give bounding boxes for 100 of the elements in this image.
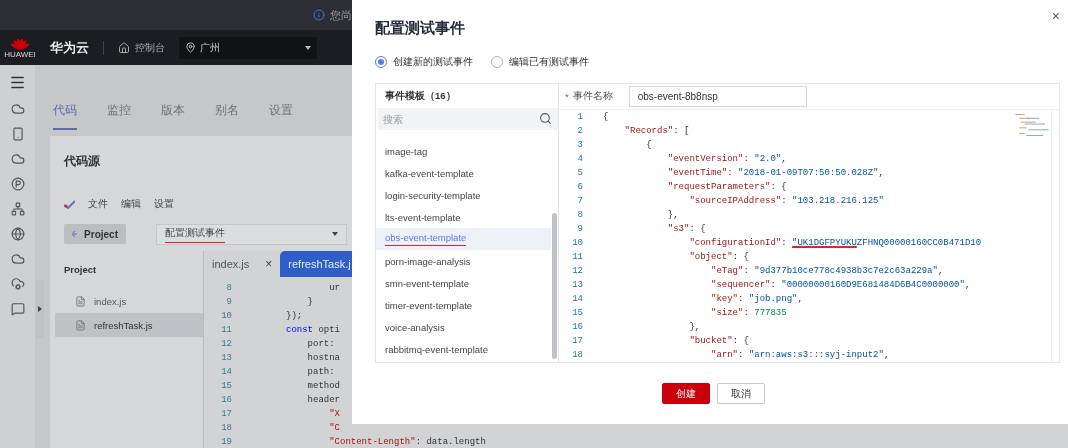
template-item[interactable]: voice-analysis xyxy=(376,316,551,338)
code-token: opti xyxy=(317,325,341,335)
service-icon[interactable] xyxy=(10,302,25,316)
event-select[interactable]: 配置测试事件 xyxy=(156,223,347,245)
code-token: 777835 xyxy=(754,308,787,318)
line-number: 15 xyxy=(571,307,583,320)
code-token: "configurationId" xyxy=(688,238,782,248)
line-number: 6 xyxy=(576,181,583,194)
service-icon[interactable] xyxy=(10,277,25,291)
code-token: }); xyxy=(286,311,303,321)
line-number: 12 xyxy=(220,338,233,351)
code-token: , xyxy=(797,294,803,304)
line-number: 10 xyxy=(571,237,583,250)
template-item[interactable]: image-tag xyxy=(376,140,551,162)
line-number: 13 xyxy=(220,352,233,365)
template-item[interactable]: obs-event-template xyxy=(376,228,551,250)
radio-option[interactable]: 编辑已有测试事件 xyxy=(491,55,589,69)
code-token: "2018-01-09T07:50:50.028Z" xyxy=(738,168,879,178)
code-token: method xyxy=(306,381,340,391)
code-editor[interactable] xyxy=(559,109,1059,362)
service-icon[interactable] xyxy=(10,177,25,191)
line-number: 19 xyxy=(220,436,233,448)
line-number: 11 xyxy=(220,324,233,337)
region-select[interactable]: 广州 xyxy=(179,36,317,59)
code-token: : xyxy=(781,238,788,248)
code-token: : xyxy=(738,294,745,304)
console-link[interactable]: 控制台 xyxy=(118,40,165,55)
close-button[interactable]: × xyxy=(1051,8,1060,24)
line-number: 9 xyxy=(576,223,583,236)
code-token: "key" xyxy=(710,294,739,304)
radio-option[interactable]: 创建新的测试事件 xyxy=(375,55,473,69)
card-title: 代码源 xyxy=(64,153,100,170)
menu-item[interactable]: 设置 xyxy=(154,197,174,211)
line-number: 7 xyxy=(576,195,583,208)
file-item[interactable]: refreshTask.js xyxy=(55,313,203,337)
code-token: , xyxy=(781,154,787,164)
line-number: 4 xyxy=(576,153,583,166)
service-icon[interactable] xyxy=(10,227,25,241)
template-item[interactable]: smn-event-template xyxy=(376,272,551,294)
required-mark: * xyxy=(565,91,569,102)
line-number: 12 xyxy=(571,265,583,278)
code-token: "Records" xyxy=(623,126,674,136)
code-token: "arn:aws:s3:::syj-input2" xyxy=(748,350,884,360)
cancel-button[interactable]: 取消 xyxy=(717,383,765,404)
scrollbar-thumb[interactable] xyxy=(552,213,557,359)
menu-item[interactable]: 文件 xyxy=(88,197,108,211)
template-item[interactable]: rabbitmq-event-template xyxy=(376,338,551,360)
service-icon[interactable] xyxy=(10,127,25,141)
expand-handle[interactable] xyxy=(35,280,44,338)
line-number: 16 xyxy=(571,321,583,334)
template-item[interactable]: lts-event-template xyxy=(376,206,551,228)
code-token: : xyxy=(727,168,734,178)
menu-item[interactable]: 编辑 xyxy=(121,197,141,211)
dialog-title: 配置测试事件 xyxy=(375,18,465,38)
line-number: 5 xyxy=(576,167,583,180)
search-icon[interactable] xyxy=(539,112,552,125)
code-token: "sourceIPAddress" xyxy=(688,196,782,206)
code-token: , xyxy=(878,168,884,178)
service-icon[interactable] xyxy=(10,152,25,166)
template-item[interactable]: kafka-event-template xyxy=(376,162,551,184)
line-number: 13 xyxy=(571,279,583,292)
code-token: : data.length xyxy=(415,437,486,447)
line-number: 1 xyxy=(576,111,583,124)
code-token: "Content-Length" xyxy=(328,437,416,447)
create-button[interactable]: 创建 xyxy=(662,383,710,404)
code-token: "00000000160D9E681484D6B4C0000000" xyxy=(781,280,965,290)
code-token: "s3" xyxy=(666,224,690,234)
info-icon xyxy=(313,9,325,21)
code-token: "9d377b10ce778c4938b3c7e2c63a229a" xyxy=(754,266,938,276)
code-token: "size" xyxy=(710,308,744,318)
line-number: 17 xyxy=(220,408,233,421)
code-token: : xyxy=(781,196,788,206)
code-token: "requestParameters" xyxy=(666,182,771,192)
code-token: "C xyxy=(328,423,340,433)
service-icon[interactable] xyxy=(10,202,25,216)
editor-tab[interactable]: index.js × xyxy=(204,251,281,277)
service-icon[interactable] xyxy=(10,252,25,266)
line-number: 14 xyxy=(571,293,583,306)
code-token: "eTag" xyxy=(710,266,744,276)
project-button[interactable]: Project xyxy=(64,224,126,244)
search-field[interactable]: 搜索 xyxy=(378,108,558,130)
template-item[interactable]: timer-event-template xyxy=(376,294,551,316)
code-token: "bucket" xyxy=(688,336,733,346)
code-token: "UK1DGFPYUKU xyxy=(792,238,857,248)
line-number: 16 xyxy=(220,394,233,407)
code-token: "eventVersion" xyxy=(666,154,744,164)
code-token: "eventTime" xyxy=(666,168,728,178)
line-number: 17 xyxy=(571,335,583,348)
back-arrow-icon xyxy=(72,231,78,237)
code-token: }, xyxy=(666,210,679,220)
template-item[interactable]: login-security-template xyxy=(376,184,551,206)
notice-text: 您尚 xyxy=(330,7,352,23)
line-number: 11 xyxy=(571,251,583,264)
close-icon[interactable]: × xyxy=(265,257,273,271)
templates-title: 事件模板（16） xyxy=(384,88,457,103)
service-icon[interactable] xyxy=(10,102,25,116)
menu-icon[interactable] xyxy=(9,74,26,91)
template-item[interactable]: porn-image-analysis xyxy=(376,250,551,272)
code-token: ZFHNQ00000160CC0B471D10 xyxy=(856,238,982,248)
event-name-input[interactable]: obs-event-8b8nsp xyxy=(628,86,807,107)
